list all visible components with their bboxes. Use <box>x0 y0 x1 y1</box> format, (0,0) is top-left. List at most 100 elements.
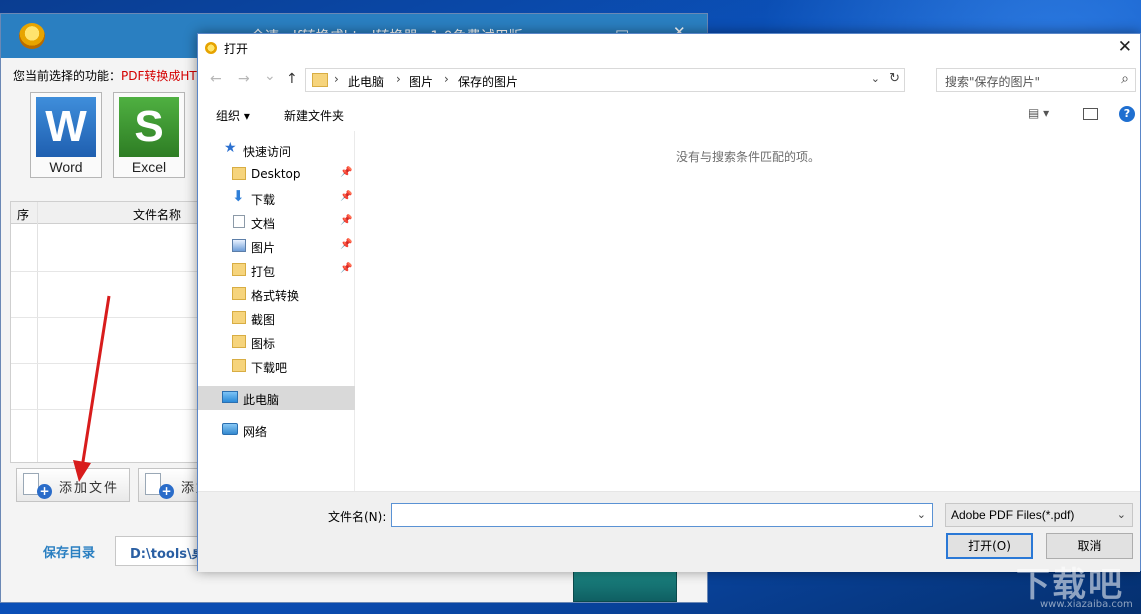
app-logo-icon <box>19 23 45 49</box>
feature-value: PDF转换成HT <box>121 69 197 83</box>
pin-icon: 📌 <box>340 263 353 274</box>
pin-icon: 📌 <box>340 167 353 178</box>
filename-input[interactable]: ⌄ <box>391 503 933 527</box>
folder-icon <box>312 73 328 87</box>
help-icon[interactable]: ? <box>1119 106 1135 122</box>
nav-item-format-convert[interactable]: 格式转换 <box>198 282 355 306</box>
dialog-toolbar: 组织 ▾ 新建文件夹 ▤ ▾ ? <box>198 97 1140 131</box>
nav-item-this-pc[interactable]: 此电脑 <box>198 386 355 410</box>
save-directory-label: 保存目录 <box>43 546 96 561</box>
new-folder-button[interactable]: 新建文件夹 <box>284 107 344 124</box>
nav-item-label: 截图 <box>251 313 276 327</box>
chevron-down-icon[interactable]: ⌄ <box>917 508 926 521</box>
up-arrow-icon[interactable]: ↑ <box>286 71 298 87</box>
nav-item-label: 图片 <box>251 241 276 255</box>
nav-item-network[interactable]: 网络 <box>198 418 355 442</box>
file-table-header: 序 文件名称 <box>11 202 209 224</box>
breadcrumb-saved-pictures[interactable]: 保存的图片 <box>458 73 518 90</box>
nav-item-documents[interactable]: 文档 📌 <box>198 210 355 234</box>
dialog-footer: 文件名(N): ⌄ Adobe PDF Files(*.pdf) ⌄ 打开(O)… <box>198 491 1140 572</box>
folder-icon <box>232 287 246 300</box>
nav-item-pictures[interactable]: 图片 📌 <box>198 234 355 258</box>
nav-item-icons[interactable]: 图标 <box>198 330 355 354</box>
open-file-dialog: 打开 ✕ ← → ⌄ ↑ › 此电脑 › 图片 › 保存的图片 ⌄ ↻ 搜索"保… <box>197 33 1141 572</box>
nav-item-desktop[interactable]: Desktop 📌 <box>198 162 355 186</box>
file-type-value: Adobe PDF Files(*.pdf) <box>951 508 1075 522</box>
star-icon: ★ <box>224 140 237 156</box>
nav-item-label: 下载 <box>251 193 276 207</box>
nav-item-screenshots[interactable]: 截图 <box>198 306 355 330</box>
computer-icon <box>222 391 238 403</box>
nav-item-pack[interactable]: 打包 📌 <box>198 258 355 282</box>
view-options-icon[interactable]: ▤ ▾ <box>1028 106 1049 120</box>
file-type-select[interactable]: Adobe PDF Files(*.pdf) ⌄ <box>945 503 1133 527</box>
navigation-bar: ← → ⌄ ↑ › 此电脑 › 图片 › 保存的图片 ⌄ ↻ 搜索"保存的图片"… <box>198 63 1140 97</box>
annotation-arrow-icon <box>73 295 111 482</box>
breadcrumb-separator: › <box>444 72 449 86</box>
search-box[interactable]: 搜索"保存的图片" ⌕ <box>936 68 1136 92</box>
pin-icon: 📌 <box>340 239 353 250</box>
table-column-divider <box>37 202 38 462</box>
folder-icon <box>232 311 246 324</box>
folder-icon <box>232 335 246 348</box>
nav-item-label: 此电脑 <box>243 393 280 407</box>
nav-item-label: 文档 <box>251 217 276 231</box>
dialog-title: 打开 <box>224 42 249 56</box>
navigation-pane: ★ 快速访问 Desktop 📌 ⬇ 下载 📌 文档 📌 图片 📌 打包 📌 格… <box>198 131 355 491</box>
recent-locations-icon[interactable]: ⌄ <box>264 68 276 84</box>
address-bar[interactable]: › 此电脑 › 图片 › 保存的图片 ⌄ ↻ <box>305 68 905 92</box>
watermark-url: www.xiazaiba.com <box>1040 599 1133 610</box>
nav-item-label: Desktop <box>251 167 301 181</box>
breadcrumb-this-pc[interactable]: 此电脑 <box>348 73 384 90</box>
document-icon <box>233 215 245 228</box>
pictures-icon <box>232 239 246 252</box>
excel-tool-button[interactable]: S Excel <box>113 92 185 178</box>
excel-tool-label: Excel <box>131 159 167 175</box>
folder-icon <box>232 167 246 180</box>
feature-label: 您当前选择的功能： <box>13 69 122 83</box>
breadcrumb-pictures[interactable]: 图片 <box>409 73 433 90</box>
nav-item-label: 快速访问 <box>243 145 292 159</box>
search-icon: ⌕ <box>1121 71 1129 87</box>
search-input[interactable]: 搜索"保存的图片" <box>945 73 1040 90</box>
nav-item-label: 打包 <box>251 265 276 279</box>
pin-icon: 📌 <box>340 191 353 202</box>
word-icon: W <box>36 97 96 157</box>
word-tool-button[interactable]: W Word <box>30 92 102 178</box>
nav-item-downloads[interactable]: ⬇ 下载 📌 <box>198 186 355 210</box>
file-list-area[interactable]: 没有与搜索条件匹配的项。 <box>356 131 1140 491</box>
word-tool-label: Word <box>49 159 83 175</box>
folder-icon <box>232 359 246 372</box>
site-watermark: 下载吧 www.xiazaiba.com <box>1010 555 1141 614</box>
dialog-close-button[interactable]: ✕ <box>1118 37 1132 57</box>
network-icon <box>222 423 238 435</box>
filename-label: 文件名(N): <box>328 510 387 524</box>
nav-item-label: 网络 <box>243 425 268 439</box>
plus-icon: + <box>159 484 174 499</box>
nav-item-label: 格式转换 <box>251 289 300 303</box>
nav-item-xiazaiba[interactable]: 下载吧 <box>198 354 355 378</box>
dialog-title-bar: 打开 ✕ <box>198 34 1140 63</box>
chevron-down-icon[interactable]: ⌄ <box>871 72 880 85</box>
organize-menu[interactable]: 组织 ▾ <box>216 107 250 124</box>
empty-message: 没有与搜索条件匹配的项。 <box>675 150 820 164</box>
nav-item-quick-access[interactable]: ★ 快速访问 <box>198 138 355 162</box>
plus-icon: + <box>37 484 52 499</box>
feature-row: 您当前选择的功能：PDF转换成HT <box>13 67 197 84</box>
column-index: 序 <box>17 208 30 222</box>
nav-item-label: 下载吧 <box>251 361 288 375</box>
excel-icon: S <box>119 97 179 157</box>
chevron-down-icon: ⌄ <box>1116 508 1126 521</box>
refresh-icon[interactable]: ↻ <box>889 71 900 86</box>
preview-pane-icon[interactable] <box>1083 108 1098 120</box>
dialog-app-icon <box>205 42 217 54</box>
nav-item-label: 图标 <box>251 337 276 351</box>
add-folder-button[interactable]: + 添加 <box>138 468 209 502</box>
column-filename: 文件名称 <box>133 208 182 222</box>
table-row <box>11 271 209 272</box>
download-icon: ⬇ <box>232 187 245 205</box>
forward-arrow-icon[interactable]: → <box>238 71 250 87</box>
folder-icon <box>232 263 246 276</box>
breadcrumb-separator: › <box>334 72 339 86</box>
back-arrow-icon[interactable]: ← <box>210 71 222 87</box>
